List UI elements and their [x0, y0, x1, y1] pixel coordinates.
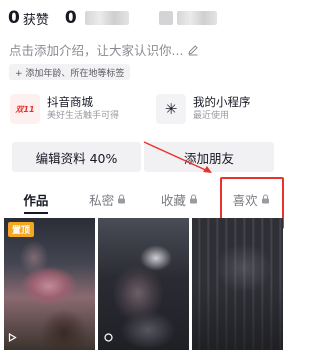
mall-subtitle: 美好生活触手可得 [47, 111, 120, 121]
mini-program-entry[interactable]: ✳ 我的小程序 最近使用 [156, 92, 251, 126]
video-thumbnail[interactable] [98, 218, 189, 350]
pinned-badge: 置顶 [8, 222, 35, 237]
mall-title: 抖音商城 [47, 95, 93, 109]
edit-profile-button[interactable]: 编辑资料 40% [12, 142, 141, 172]
lock-icon [118, 194, 126, 204]
play-icon [8, 333, 17, 342]
blurred-label [84, 11, 129, 25]
shopping-mall-icon: 双11 [10, 94, 40, 124]
video-thumbnail[interactable] [192, 218, 283, 350]
likes-label: 获赞 [22, 12, 49, 28]
video-grid: 置顶 [4, 218, 284, 350]
mini-icon-glyph: ✳ [164, 100, 178, 118]
tab-favorites[interactable]: 收藏 [144, 184, 216, 214]
mini-program-icon: ✳ [156, 94, 186, 124]
tab-works-label: 作品 [23, 192, 49, 208]
blurred-label [176, 11, 217, 25]
profile-stats: 0 获赞 0 [8, 6, 287, 30]
following-count[interactable]: 0 [65, 8, 77, 28]
tab-works[interactable]: 作品 [0, 184, 72, 214]
mini-program-subtitle: 最近使用 [193, 111, 230, 121]
play-icon [104, 333, 113, 342]
tab-favorites-label: 收藏 [160, 192, 186, 208]
tab-private[interactable]: 私密 [72, 184, 144, 214]
annotation-arrow [143, 141, 212, 173]
services-row: 双11 抖音商城 美好生活触手可得 ✳ 我的小程序 最近使用 [10, 92, 277, 126]
bio-placeholder[interactable]: 点击添加介绍，让大家认识你... [9, 40, 199, 59]
video-thumbnail[interactable]: 置顶 [4, 218, 95, 350]
mall-icon-text: 双11 [15, 104, 35, 114]
blurred-count [158, 11, 173, 25]
tab-private-label: 私密 [89, 192, 115, 208]
likes-count[interactable]: 0 [8, 8, 20, 28]
edit-pencil-icon [188, 44, 199, 55]
bio-text: 点击添加介绍，让大家认识你... [9, 43, 184, 58]
shopping-mall-entry[interactable]: 双11 抖音商城 美好生活触手可得 [10, 92, 156, 126]
mini-program-title: 我的小程序 [193, 95, 251, 109]
add-tags-chip[interactable]: + 添加年龄、所在地等标签 [9, 64, 131, 80]
lock-icon [189, 194, 197, 204]
